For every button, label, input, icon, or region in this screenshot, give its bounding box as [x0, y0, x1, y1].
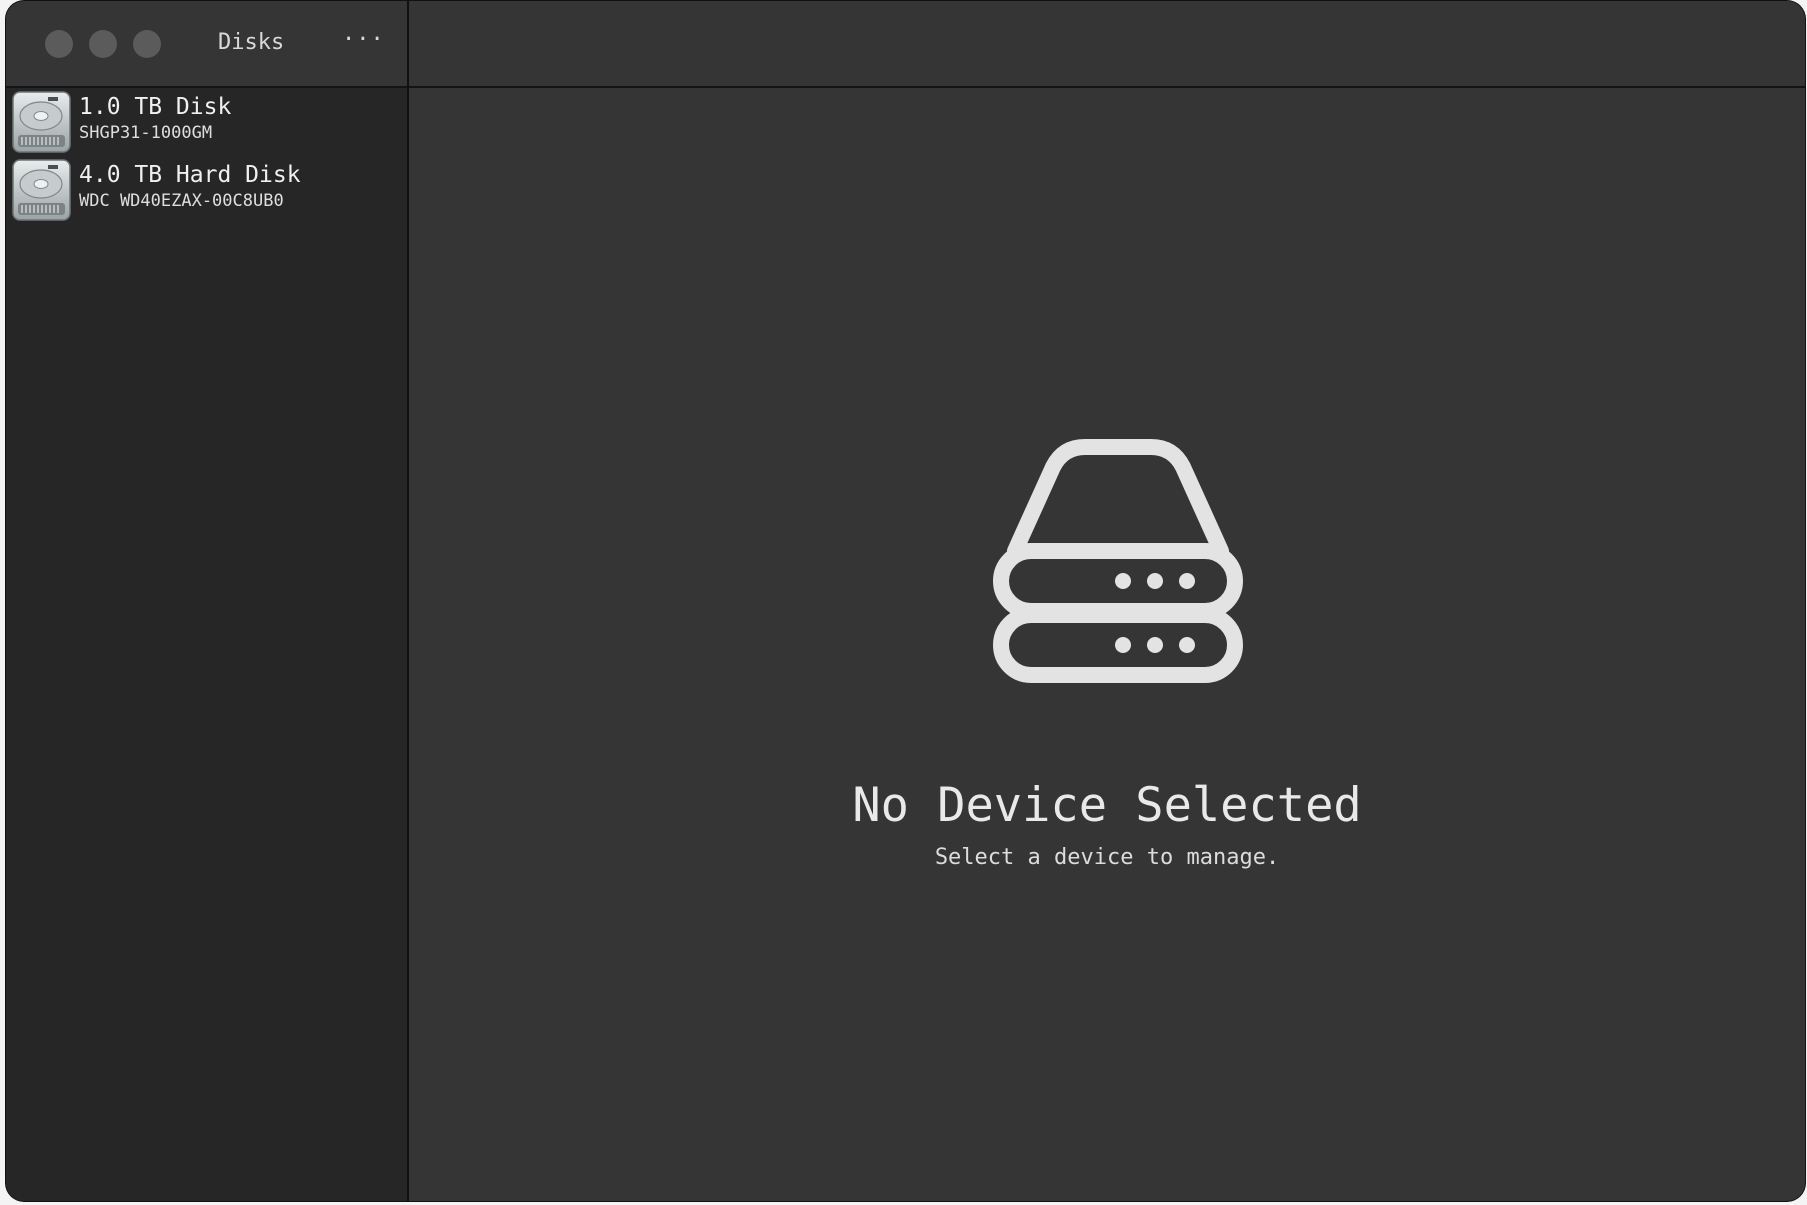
close-button[interactable] [45, 30, 73, 58]
disk-item-1tb[interactable]: 1.0 TB Disk SHGP31-1000GM [6, 89, 407, 157]
empty-state-title: No Device Selected [852, 778, 1362, 833]
minimize-button[interactable] [89, 30, 117, 58]
empty-state-subtitle: Select a device to manage. [934, 845, 1280, 870]
sidebar: Disks ··· 1.0 TB Disk SHGP31-1000GM 4.0 … [6, 1, 409, 1201]
content-header [409, 1, 1805, 88]
sidebar-header: Disks ··· [6, 1, 407, 88]
disk-name: 4.0 TB Hard Disk [79, 162, 301, 188]
hard-drive-icon [12, 159, 71, 221]
empty-state: No Device Selected Select a device to ma… [409, 88, 1805, 1201]
disk-list: 1.0 TB Disk SHGP31-1000GM 4.0 TB Hard Di… [6, 89, 407, 225]
disk-name: 1.0 TB Disk [79, 94, 232, 120]
disk-model: SHGP31-1000GM [79, 123, 213, 143]
window-title: Disks [218, 30, 285, 55]
maximize-button[interactable] [133, 30, 161, 58]
disk-model: WDC WD40EZAX-00C8UB0 [79, 191, 284, 211]
more-options-button[interactable]: ··· [342, 27, 384, 59]
disk-item-4tb[interactable]: 4.0 TB Hard Disk WDC WD40EZAX-00C8UB0 [6, 157, 407, 225]
drive-stack-icon [993, 439, 1243, 683]
disks-window: Disks ··· 1.0 TB Disk SHGP31-1000GM 4.0 … [6, 1, 1805, 1201]
hard-drive-icon [12, 91, 71, 153]
